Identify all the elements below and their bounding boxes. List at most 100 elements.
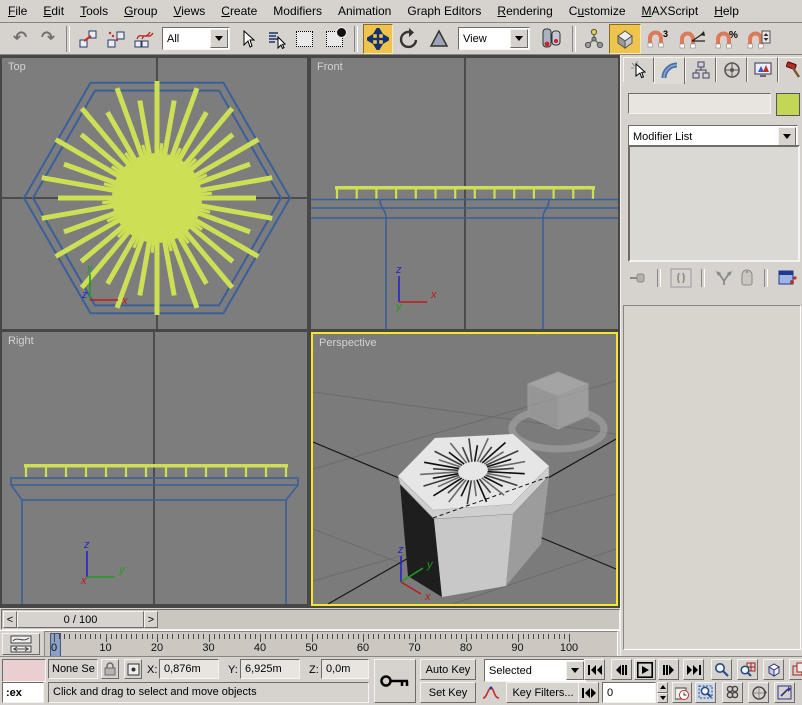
reference-coordinate-system-dropdown[interactable]: View <box>458 27 530 50</box>
go-to-end-button[interactable] <box>683 659 704 680</box>
current-frame-field[interactable] <box>602 682 656 703</box>
select-by-name-button[interactable] <box>263 26 289 52</box>
ruler-tick <box>260 634 261 642</box>
object-color-swatch[interactable] <box>776 93 800 116</box>
viewport-top[interactable]: Top y x z <box>2 58 307 329</box>
animation-set-dropdown[interactable]: Selected <box>484 659 586 682</box>
time-configuration-button[interactable] <box>672 682 692 703</box>
axis-tripod-right: z y x <box>80 539 126 587</box>
set-key-mode-button[interactable] <box>374 659 416 703</box>
spinner-snap-button[interactable] <box>745 26 773 52</box>
snap-3-label: 3 <box>663 29 668 39</box>
selection-region-icon <box>296 31 313 47</box>
selection-lock-toggle[interactable] <box>101 659 119 679</box>
bind-to-space-warp-button[interactable] <box>131 26 157 52</box>
tab-display[interactable] <box>747 57 778 82</box>
menu-item-rendering[interactable]: Rendering <box>489 1 560 22</box>
make-unique-icon[interactable] <box>714 269 734 287</box>
select-and-scale-button[interactable] <box>425 25 453 53</box>
remove-modifier-icon[interactable] <box>739 269 755 287</box>
window-crossing-button[interactable] <box>319 26 349 52</box>
menu-item-modifiers[interactable]: Modifiers <box>265 1 330 22</box>
key-filters-button[interactable]: Key Filters... <box>506 682 580 703</box>
pin-stack-icon[interactable] <box>628 269 648 287</box>
min-max-toggle-button[interactable] <box>774 682 795 703</box>
time-slider-prev-button[interactable]: < <box>3 611 17 628</box>
menu-item-create[interactable]: Create <box>213 1 265 22</box>
object-name-field[interactable] <box>628 93 771 114</box>
menu-item-help[interactable]: Help <box>706 1 747 22</box>
dropdown-arrow-icon[interactable] <box>510 29 528 48</box>
ruler-tick <box>358 634 359 639</box>
coord-x-field[interactable] <box>159 659 219 679</box>
select-and-rotate-button[interactable] <box>395 25 423 53</box>
redo-button[interactable]: ↷ <box>35 26 61 52</box>
menu-item-tools[interactable]: Tools <box>72 1 116 22</box>
open-mini-curve-editor-button[interactable] <box>2 633 40 655</box>
use-pivot-point-center-button[interactable] <box>535 26 567 52</box>
menu-item-group[interactable]: Group <box>116 1 165 22</box>
unlink-selection-button[interactable] <box>103 26 129 52</box>
spinner-snap-icon <box>747 29 771 49</box>
maxscript-mini-listener[interactable]: :ex <box>2 682 44 703</box>
arc-rotate-button[interactable] <box>748 682 769 703</box>
snap-3d-button[interactable]: 3 <box>643 26 673 52</box>
viewport-front[interactable]: Front z x y <box>311 58 618 329</box>
dropdown-arrow-icon[interactable] <box>778 127 796 146</box>
viewport-perspective[interactable]: Perspective <box>311 332 618 606</box>
select-and-manipulate-button[interactable] <box>581 26 607 52</box>
previous-frame-button[interactable] <box>611 659 632 680</box>
menu-item-maxscript[interactable]: MAXScript <box>634 1 707 22</box>
track-bar-ruler[interactable]: 0102030405060708090100 <box>44 631 618 657</box>
select-object-button[interactable] <box>235 26 261 52</box>
play-animation-button[interactable] <box>634 659 656 680</box>
select-and-link-button[interactable] <box>75 26 101 52</box>
zoom-extents-all-button[interactable] <box>789 659 802 680</box>
menu-item-edit[interactable]: Edit <box>35 1 72 22</box>
dropdown-arrow-icon[interactable] <box>210 29 228 48</box>
next-frame-button[interactable] <box>658 659 679 680</box>
selection-filter-dropdown[interactable]: All <box>162 27 230 50</box>
viewport-right[interactable]: Right z y x <box>2 332 307 604</box>
zoom-region-button[interactable] <box>695 682 716 703</box>
zoom-extents-icon <box>766 662 782 678</box>
tab-motion[interactable] <box>716 57 747 82</box>
absolute-mode-transform-toggle[interactable] <box>124 659 142 679</box>
ruler-tick <box>415 634 416 642</box>
coord-y-field[interactable] <box>240 659 300 679</box>
default-tangents-button[interactable] <box>480 682 502 703</box>
select-and-move-button[interactable] <box>363 24 393 54</box>
show-end-result-icon[interactable] <box>670 268 692 288</box>
snaps-toggle-button[interactable] <box>609 24 641 54</box>
zoom-extents-button[interactable] <box>763 659 784 680</box>
percent-snap-button[interactable]: % <box>711 26 743 52</box>
tab-utilities[interactable] <box>778 57 802 82</box>
zoom-all-button[interactable] <box>737 659 758 680</box>
modifier-stack-list[interactable] <box>628 145 800 262</box>
maxscript-macro-recorder[interactable] <box>2 659 46 682</box>
time-slider-thumb[interactable]: 0 / 100 <box>17 611 144 628</box>
menu-item-views[interactable]: Views <box>165 1 213 22</box>
set-key-button[interactable]: Set Key <box>420 682 476 703</box>
rectangular-selection-region-button[interactable] <box>291 26 317 52</box>
tab-create[interactable] <box>623 57 654 82</box>
frame-spinner[interactable] <box>657 682 668 703</box>
time-slider-channel[interactable]: < 0 / 100 > <box>1 609 620 630</box>
auto-key-button[interactable]: Auto Key <box>420 659 476 680</box>
zoom-button[interactable] <box>711 659 732 680</box>
menu-item-file[interactable]: File <box>0 1 35 22</box>
pan-view-button[interactable] <box>722 682 743 703</box>
coord-z-field[interactable] <box>321 659 369 679</box>
configure-modifier-sets-icon[interactable] <box>777 269 797 287</box>
key-mode-toggle[interactable] <box>578 682 599 703</box>
go-to-start-button[interactable] <box>584 659 605 680</box>
menu-item-customize[interactable]: Customize <box>561 1 634 22</box>
menu-item-animation[interactable]: Animation <box>330 1 399 22</box>
undo-button[interactable]: ↶ <box>7 26 33 52</box>
angle-snap-button[interactable] <box>675 26 709 52</box>
time-slider-next-button[interactable]: > <box>144 611 158 628</box>
tab-hierarchy[interactable] <box>685 57 716 82</box>
dropdown-arrow-icon[interactable] <box>566 661 584 680</box>
tab-modify[interactable] <box>654 57 685 84</box>
menu-item-graph-editors[interactable]: Graph Editors <box>399 1 489 22</box>
